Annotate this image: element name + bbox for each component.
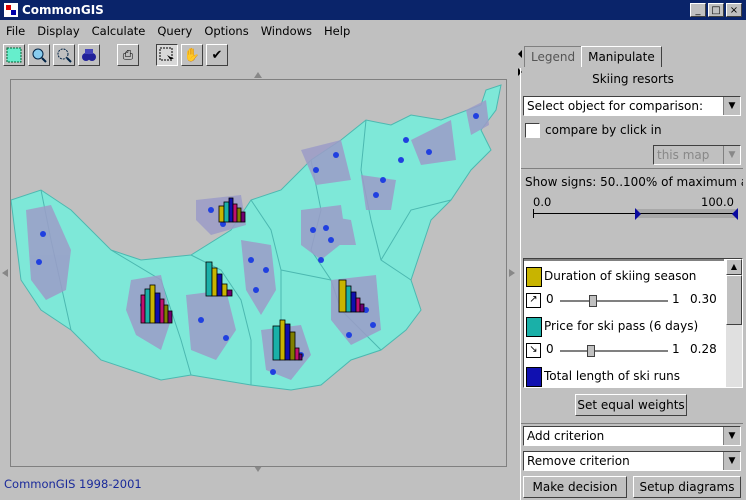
map-canvas[interactable] (10, 79, 507, 467)
zoom-out-icon (57, 48, 72, 63)
divider (524, 259, 724, 261)
zoom-in-icon (32, 48, 47, 63)
sign-size-range-slider[interactable] (533, 208, 738, 220)
remove-criterion-value: Remove criterion (527, 454, 630, 468)
scroll-right-arrow[interactable] (509, 269, 515, 277)
toolbar: ⎙ ✋ ✔ (0, 42, 516, 68)
pan-button[interactable]: ✋ (181, 44, 203, 66)
menu-file[interactable]: File (0, 24, 31, 38)
criterion-1-label: Duration of skiing season (544, 269, 697, 283)
criterion-2-max: 1 (672, 342, 680, 356)
remove-criterion-select[interactable]: Remove criterion ▼ (523, 451, 741, 471)
scroll-up-arrow[interactable] (254, 72, 262, 78)
criterion-2-weight-thumb[interactable] (587, 345, 596, 357)
binoculars-icon (82, 49, 96, 61)
compare-object-select[interactable]: Select object for comparison: ▼ (523, 96, 741, 116)
select-rect-button[interactable] (156, 44, 178, 66)
criteria-list: Duration of skiing season ↗ 0 1 0.30 Pri… (523, 258, 743, 388)
minimize-button[interactable]: _ (690, 3, 706, 17)
window-title: CommonGIS (22, 3, 104, 17)
map-grid-button[interactable] (3, 44, 25, 66)
status-bar: CommonGIS 1998-2001 (4, 477, 142, 491)
criterion-2-weight: 0.28 (690, 342, 717, 356)
hand-icon: ✋ (183, 47, 201, 63)
dropdown-arrow-icon: ▼ (723, 97, 740, 115)
range-handle-min[interactable] (634, 208, 641, 220)
criterion-3-label: Total length of ski runs (544, 369, 681, 383)
select-rect-icon (159, 47, 174, 62)
find-button[interactable] (78, 44, 100, 66)
scroll-left-arrow[interactable] (2, 269, 8, 277)
title-bar: CommonGIS _ □ × (0, 0, 746, 20)
map-area (0, 70, 517, 476)
zoom-in-button[interactable] (28, 44, 50, 66)
range-handle-max[interactable] (732, 208, 738, 220)
close-button[interactable]: × (726, 3, 742, 17)
criterion-1-weight-track[interactable] (560, 300, 668, 302)
criterion-3-swatch (526, 367, 542, 387)
range-tick-start (533, 209, 534, 218)
canton-region[interactable] (11, 84, 502, 391)
setup-diagrams-button[interactable]: Setup diagrams (633, 476, 741, 498)
criterion-1-swatch (526, 267, 542, 287)
compare-object-value: Select object for comparison: (527, 99, 704, 113)
criterion-1-min: 0 (546, 292, 554, 306)
add-criterion-select[interactable]: Add criterion ▼ (523, 426, 741, 446)
checkmark-icon: ✔ (211, 47, 223, 63)
dropdown-arrow-icon: ▼ (723, 146, 740, 164)
dropdown-arrow-icon: ▼ (723, 452, 740, 470)
divider (521, 423, 743, 424)
maximize-button[interactable]: □ (708, 3, 724, 17)
menu-bar: File Display Calculate Query Options Win… (0, 21, 746, 41)
set-equal-weights-button[interactable]: Set equal weights (575, 394, 687, 416)
scroll-thumb[interactable] (726, 275, 742, 325)
zoom-out-button[interactable] (53, 44, 75, 66)
tab-legend[interactable]: Legend (524, 46, 583, 67)
map-svg[interactable] (11, 80, 507, 467)
menu-query[interactable]: Query (151, 24, 198, 38)
map-select[interactable]: this map ▼ (653, 145, 741, 165)
dropdown-arrow-icon: ▼ (723, 427, 740, 445)
confirm-button[interactable]: ✔ (206, 44, 228, 66)
manipulate-panel: Skiing resorts Select object for compari… (520, 68, 745, 500)
criterion-1-direction-icon[interactable]: ↗ (526, 293, 541, 308)
menu-calculate[interactable]: Calculate (86, 24, 152, 38)
panel-title: Skiing resorts (592, 72, 674, 86)
criterion-2-min: 0 (546, 342, 554, 356)
make-decision-button[interactable]: Make decision (523, 476, 627, 498)
app-icon (4, 3, 18, 17)
criterion-2-swatch (526, 317, 542, 337)
map-select-value: this map (657, 148, 710, 162)
scroll-up-icon[interactable]: ▲ (726, 259, 742, 275)
menu-windows[interactable]: Windows (255, 24, 318, 38)
print-button[interactable]: ⎙ (117, 44, 139, 66)
compare-by-click-label: compare by click in (545, 123, 662, 137)
divider (521, 168, 743, 169)
criterion-2-label: Price for ski pass (6 days) (544, 319, 699, 333)
criterion-2-direction-icon[interactable]: ↘ (526, 343, 541, 358)
compare-by-click-checkbox[interactable] (525, 123, 540, 138)
tab-manipulate[interactable]: Manipulate (581, 46, 662, 67)
criterion-1-max: 1 (672, 292, 680, 306)
criterion-1-weight: 0.30 (690, 292, 717, 306)
menu-options[interactable]: Options (198, 24, 254, 38)
slider-min-label: 0.0 (533, 195, 552, 209)
menu-help[interactable]: Help (318, 24, 356, 38)
criterion-2-weight-track[interactable] (560, 350, 668, 352)
criteria-scrollbar[interactable]: ▲ (726, 259, 742, 387)
slider-max-label: 100.0 (701, 195, 734, 209)
menu-display[interactable]: Display (31, 24, 85, 38)
map-grid-icon (6, 47, 22, 63)
printer-icon: ⎙ (122, 47, 134, 63)
criterion-1-weight-thumb[interactable] (589, 295, 598, 307)
show-signs-label: Show signs: 50..100% of maximum area (525, 175, 743, 189)
right-panel: Legend Manipulate Skiing resorts Select … (516, 42, 746, 500)
add-criterion-value: Add criterion (527, 429, 605, 443)
